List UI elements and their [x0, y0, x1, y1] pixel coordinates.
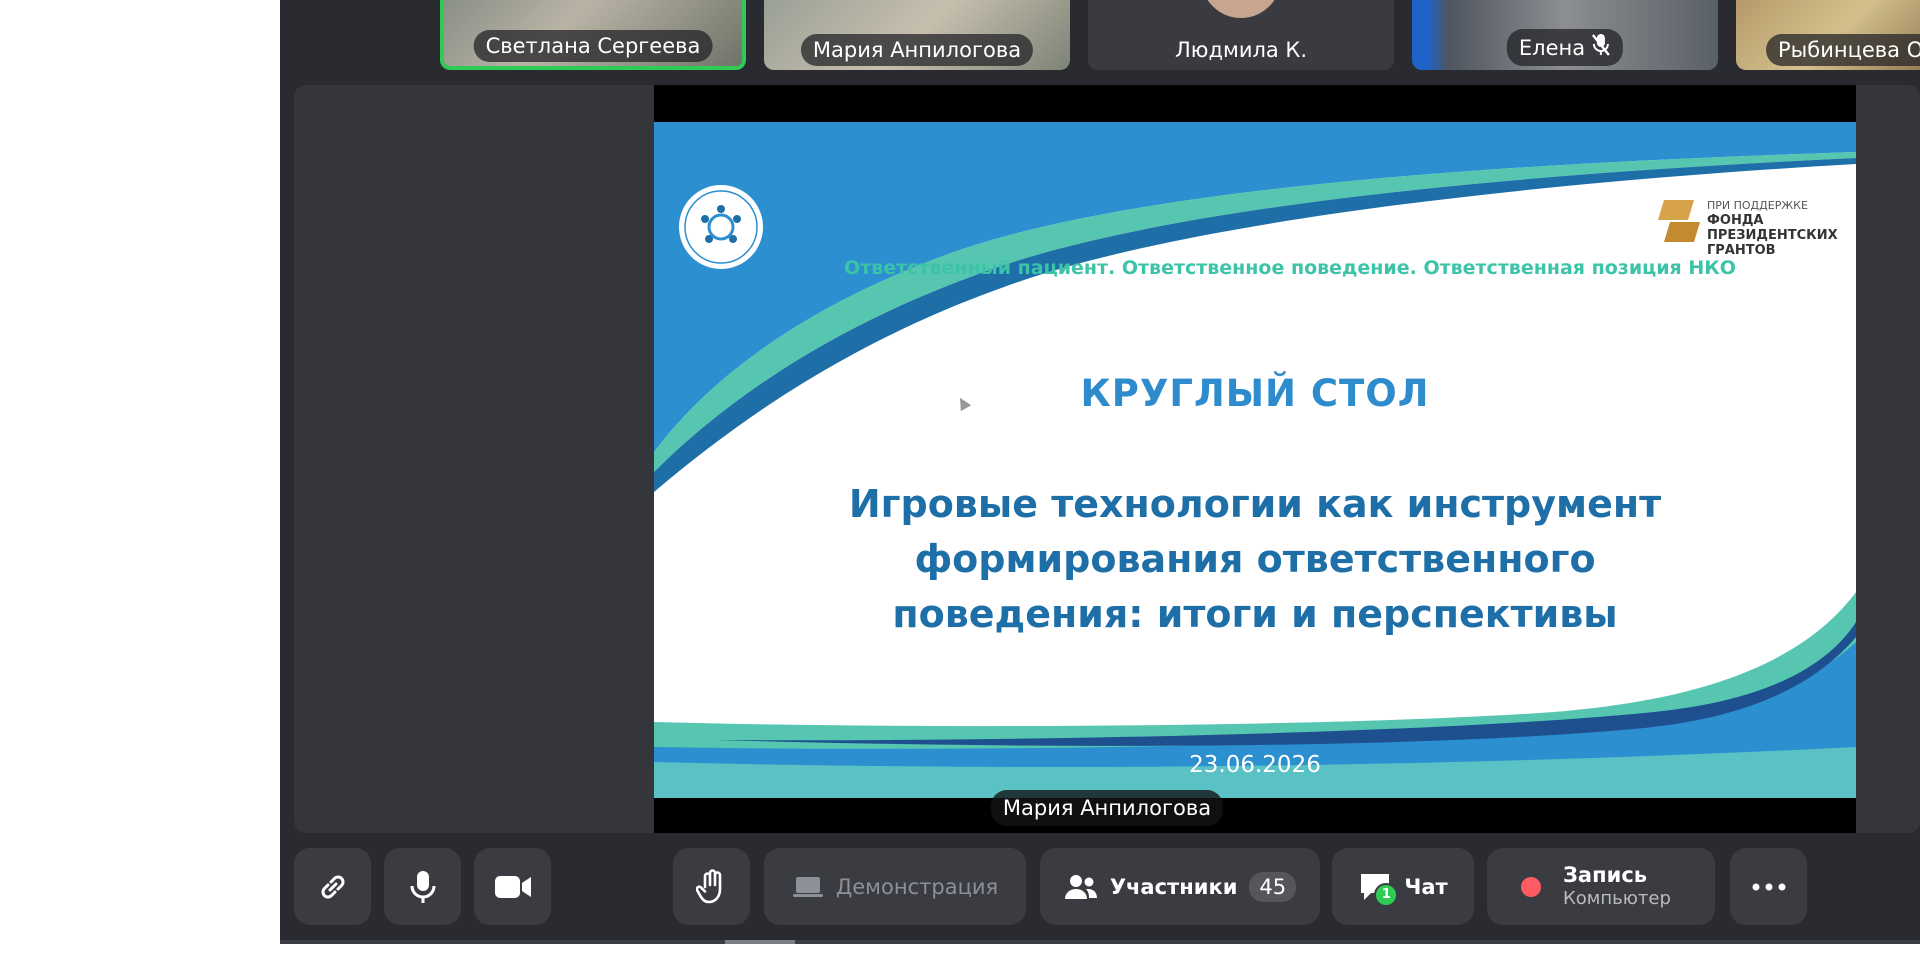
participant-name: Людмила К. — [1174, 38, 1308, 62]
participant-name: Рыбинцева Ол — [1766, 34, 1920, 66]
presidential-grants-logo: ПРИ ПОДДЕРЖКЕ ФОНДА ПРЕЗИДЕНТСКИХ ГРАНТО… — [1654, 198, 1838, 258]
grant-small-text: ПРИ ПОДДЕРЖКЕ — [1707, 199, 1808, 212]
microphone-icon — [408, 869, 438, 905]
participant-name: Елена — [1506, 29, 1624, 66]
record-target-label: Компьютер — [1563, 887, 1671, 909]
participants-button[interactable]: Участники 45 — [1040, 848, 1320, 925]
mic-off-icon — [1591, 33, 1611, 62]
slide-title: Игровые технологии как инструмент формир… — [654, 477, 1856, 642]
grant-fund-mark-icon — [1658, 200, 1700, 242]
link-icon — [316, 870, 350, 904]
participants-count-badge: 45 — [1249, 871, 1297, 902]
grant-line: ГРАНТОВ — [1707, 243, 1776, 258]
grant-line: ФОНДА — [1707, 213, 1764, 228]
shared-screen: ПРИ ПОДДЕРЖКЕ ФОНДА ПРЕЗИДЕНТСКИХ ГРАНТО… — [654, 85, 1856, 833]
slide-title-line: Игровые технологии как инструмент — [848, 482, 1662, 526]
participant-tile[interactable]: Елена — [1412, 0, 1718, 70]
participant-tile[interactable]: Рыбинцева Ол — [1736, 0, 1920, 70]
chat-icon: 1 — [1358, 871, 1399, 907]
people-icon — [1064, 874, 1098, 900]
chat-unread-badge: 1 — [1374, 882, 1399, 907]
slide-title-line: формирования ответственного — [914, 537, 1596, 581]
participant-tile[interactable]: Светлана Сергеева — [440, 0, 746, 70]
horizontal-scrollbar[interactable] — [280, 940, 1920, 944]
participant-tile[interactable]: Людмила К. — [1088, 0, 1394, 70]
copy-link-button[interactable] — [294, 848, 371, 925]
video-call-window: Светлана Сергеева Мария Анпилогова Людми… — [280, 0, 1920, 940]
presentation-slide: ПРИ ПОДДЕРЖКЕ ФОНДА ПРЕЗИДЕНТСКИХ ГРАНТО… — [654, 122, 1856, 798]
more-dots-icon — [1752, 883, 1786, 891]
hand-icon — [695, 868, 728, 905]
screen-share-button[interactable]: Демонстрация — [764, 848, 1026, 925]
participant-name: Светлана Сергеева — [473, 30, 713, 62]
record-label: Запись — [1563, 862, 1648, 887]
record-dot-icon — [1521, 876, 1541, 897]
presenter-name-badge: Мария Анпилогова — [990, 790, 1224, 826]
more-options-button[interactable] — [1730, 848, 1807, 925]
chat-button[interactable]: 1 Чат — [1332, 848, 1474, 925]
participants-label: Участники — [1109, 874, 1238, 899]
participant-tile[interactable]: Мария Анпилогова — [764, 0, 1070, 70]
raise-hand-button[interactable] — [673, 848, 750, 925]
participant-name: Мария Анпилогова — [800, 34, 1034, 66]
slide-tagline: Ответственный пациент. Ответственное пов… — [844, 257, 1736, 279]
camera-button[interactable] — [474, 848, 551, 925]
grant-line: ПРЕЗИДЕНТСКИХ — [1707, 228, 1838, 243]
camera-icon — [494, 873, 532, 901]
slide-heading: КРУГЛЫЙ СТОЛ — [1080, 372, 1430, 415]
record-button[interactable]: Запись Компьютер — [1487, 848, 1715, 925]
microphone-button[interactable] — [384, 848, 461, 925]
slide-date: 23.06.2026 — [1189, 752, 1321, 778]
scrollbar-thumb[interactable] — [725, 940, 795, 944]
chat-label: Чат — [1404, 874, 1448, 899]
screen-share-stage: ПРИ ПОДДЕРЖКЕ ФОНДА ПРЕЗИДЕНТСКИХ ГРАНТО… — [294, 85, 1920, 833]
slide-title-line: поведения: итоги и перспективы — [892, 592, 1618, 636]
laptop-icon — [792, 875, 824, 899]
screen-share-label: Демонстрация — [835, 874, 999, 899]
